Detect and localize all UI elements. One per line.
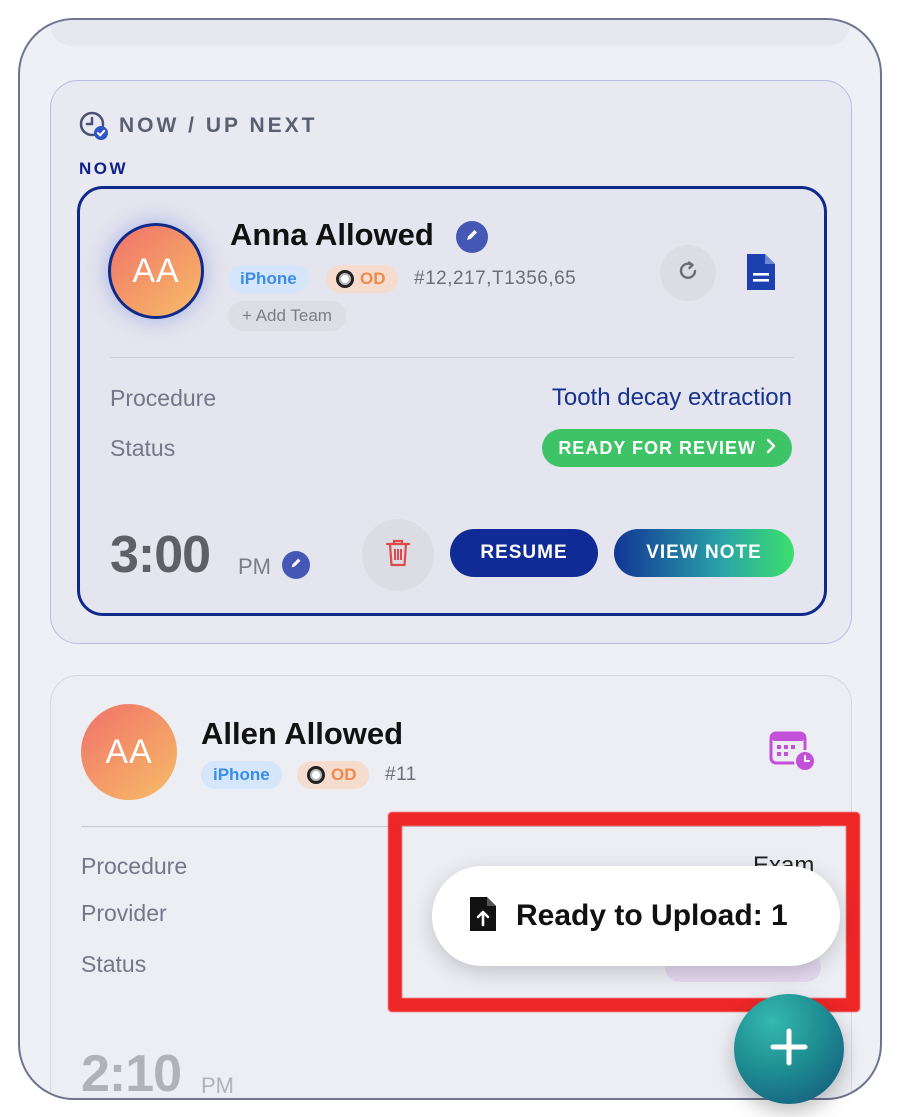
avatar: AA bbox=[81, 704, 177, 800]
section-header: NOW / UP NEXT bbox=[79, 111, 317, 141]
od-label: OD bbox=[360, 269, 386, 288]
status-badge[interactable]: READY FOR REVIEW bbox=[542, 429, 792, 467]
document-button[interactable] bbox=[744, 251, 778, 298]
calendar-clock-icon[interactable] bbox=[769, 728, 817, 774]
procedure-label: Procedure bbox=[110, 385, 217, 411]
toast-text: Ready to Upload: 1 bbox=[516, 899, 788, 932]
device-chip: iPhone bbox=[201, 761, 282, 789]
plus-icon bbox=[767, 1025, 811, 1074]
device-chip: iPhone bbox=[228, 265, 309, 293]
document-icon bbox=[744, 254, 778, 297]
refresh-icon bbox=[675, 258, 701, 289]
appointment-time: 2:10 bbox=[81, 1045, 182, 1100]
od-chip: OD bbox=[297, 761, 369, 789]
add-appointment-button[interactable] bbox=[734, 994, 844, 1104]
status-text: READY FOR REVIEW bbox=[558, 437, 756, 458]
clock-check-icon bbox=[79, 111, 109, 141]
patient-name[interactable]: Allen Allowed bbox=[201, 716, 403, 752]
view-note-button[interactable]: VIEW NOTE bbox=[614, 529, 794, 577]
refresh-button[interactable] bbox=[660, 245, 716, 301]
avatar: AA bbox=[108, 223, 204, 319]
od-chip: OD bbox=[326, 265, 398, 293]
delete-button[interactable] bbox=[362, 519, 434, 591]
procedure-value: Tooth decay extraction bbox=[551, 384, 792, 411]
previous-card-edge bbox=[50, 20, 850, 46]
pencil-icon bbox=[289, 556, 303, 575]
add-team-label: + Add Team bbox=[242, 306, 332, 325]
status-label: Status bbox=[81, 951, 147, 977]
resume-button[interactable]: RESUME bbox=[450, 529, 598, 577]
section-title: NOW / UP NEXT bbox=[119, 114, 318, 137]
now-up-next-section: NOW / UP NEXT NOW AA Anna Allowed iPhone… bbox=[50, 80, 852, 644]
time-ampm: PM bbox=[201, 1073, 234, 1098]
edit-time-button[interactable] bbox=[282, 551, 310, 579]
file-upload-icon bbox=[468, 895, 498, 938]
add-team-button[interactable]: + Add Team bbox=[228, 301, 346, 331]
provider-label: Provider bbox=[81, 900, 167, 926]
now-appointment-card[interactable]: AA Anna Allowed iPhone OD #12,217,T1356,… bbox=[77, 186, 827, 616]
tooth-numbers: #12,217,T1356,65 bbox=[414, 268, 577, 289]
upload-toast[interactable]: Ready to Upload: 1 bbox=[432, 866, 840, 966]
procedure-label: Procedure bbox=[81, 853, 188, 879]
appointment-time: 3:00 bbox=[110, 526, 211, 584]
patient-name[interactable]: Anna Allowed bbox=[230, 217, 434, 253]
tooth-ring-icon bbox=[336, 270, 354, 288]
od-label: OD bbox=[331, 765, 357, 784]
tooth-ring-icon bbox=[307, 766, 325, 784]
pencil-icon bbox=[464, 227, 480, 248]
card-divider bbox=[110, 357, 794, 358]
edit-name-button[interactable] bbox=[456, 221, 488, 253]
status-label: Status bbox=[110, 435, 176, 461]
now-label: NOW bbox=[79, 159, 129, 178]
tooth-numbers: #11 bbox=[385, 764, 417, 785]
chevron-right-icon bbox=[766, 438, 776, 459]
time-ampm: PM bbox=[238, 554, 271, 579]
trash-icon bbox=[385, 538, 411, 573]
